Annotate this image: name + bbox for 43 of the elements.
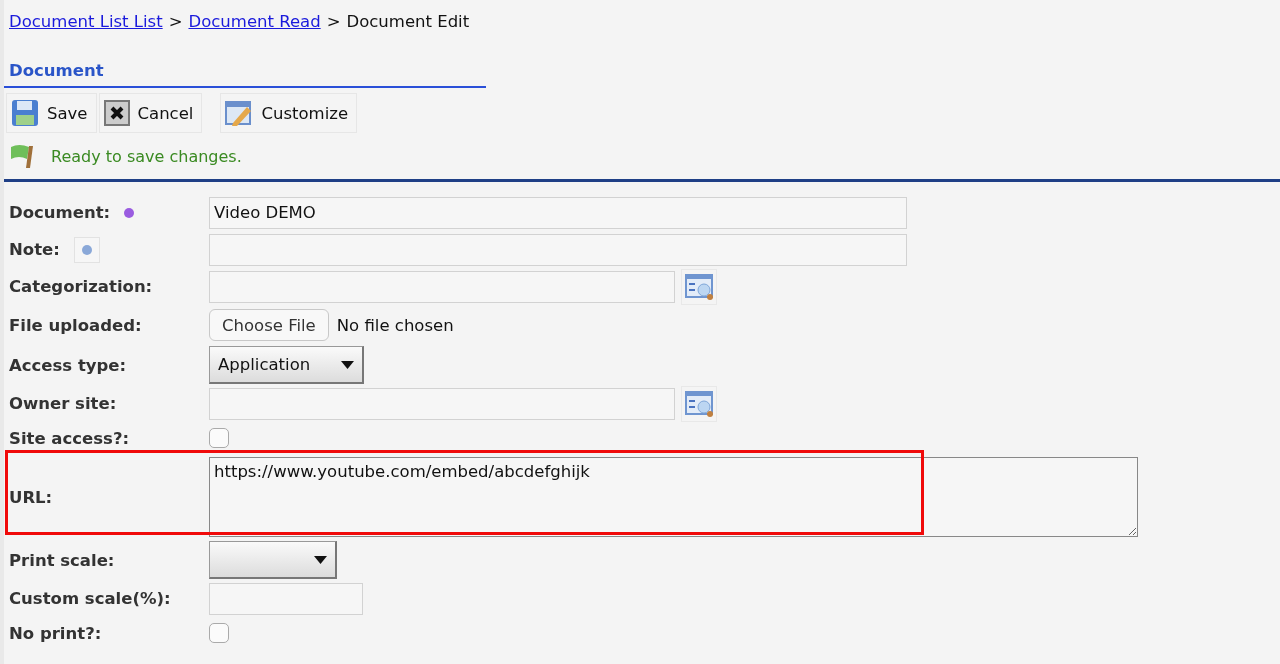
field-label: Print scale: <box>9 550 115 570</box>
breadcrumb-separator: > <box>326 12 341 31</box>
cancel-button[interactable]: Cancel <box>98 93 203 133</box>
lookup-button[interactable] <box>681 385 717 422</box>
field-label: Access type: <box>9 355 127 375</box>
field-label: File uploaded: <box>9 315 142 335</box>
section-title: Document <box>4 61 486 88</box>
caret-icon <box>341 360 354 369</box>
field-label: Custom scale(%): <box>9 589 171 608</box>
field-label: URL: <box>9 487 53 507</box>
required-dot-icon <box>124 207 135 218</box>
window-pencil-icon <box>225 99 254 127</box>
file-status: No file chosen <box>336 315 454 335</box>
dropdown[interactable] <box>209 541 337 579</box>
lookup-button[interactable] <box>681 268 717 305</box>
text-field[interactable] <box>209 233 907 266</box>
status-message: Ready to save changes. <box>51 146 242 166</box>
choose-file-button[interactable]: Choose File <box>209 309 329 341</box>
field-label: No print?: <box>9 623 102 643</box>
breadcrumb-link[interactable]: Document Read <box>188 12 321 31</box>
customize-button[interactable]: Customize <box>220 93 358 133</box>
text-area[interactable]: https://www.youtube.com/embed/abcdefghijk <box>209 457 1138 537</box>
help-icon[interactable] <box>73 236 100 263</box>
text-field[interactable] <box>209 387 675 420</box>
breadcrumb-current: Document Edit <box>346 12 470 31</box>
field-label: Document: <box>9 203 111 222</box>
text-field[interactable]: Video DEMO <box>209 196 907 229</box>
save-button[interactable]: Save <box>6 93 97 133</box>
breadcrumb-separator: > <box>168 12 183 31</box>
search-list-icon <box>685 390 713 417</box>
dropdown[interactable]: Application <box>209 346 364 384</box>
text-field[interactable] <box>209 582 363 615</box>
field-label: Note: <box>9 240 60 259</box>
checkbox[interactable] <box>209 428 229 448</box>
field-label: Site access?: <box>9 428 130 448</box>
text-field[interactable] <box>209 270 675 303</box>
caret-icon <box>314 555 327 564</box>
close-icon <box>103 100 130 126</box>
field-label: Categorization: <box>9 277 153 296</box>
checkbox[interactable] <box>209 623 229 643</box>
breadcrumb-link[interactable]: Document List List <box>9 12 163 31</box>
field-label: Owner site: <box>9 394 117 413</box>
search-list-icon <box>685 273 713 300</box>
